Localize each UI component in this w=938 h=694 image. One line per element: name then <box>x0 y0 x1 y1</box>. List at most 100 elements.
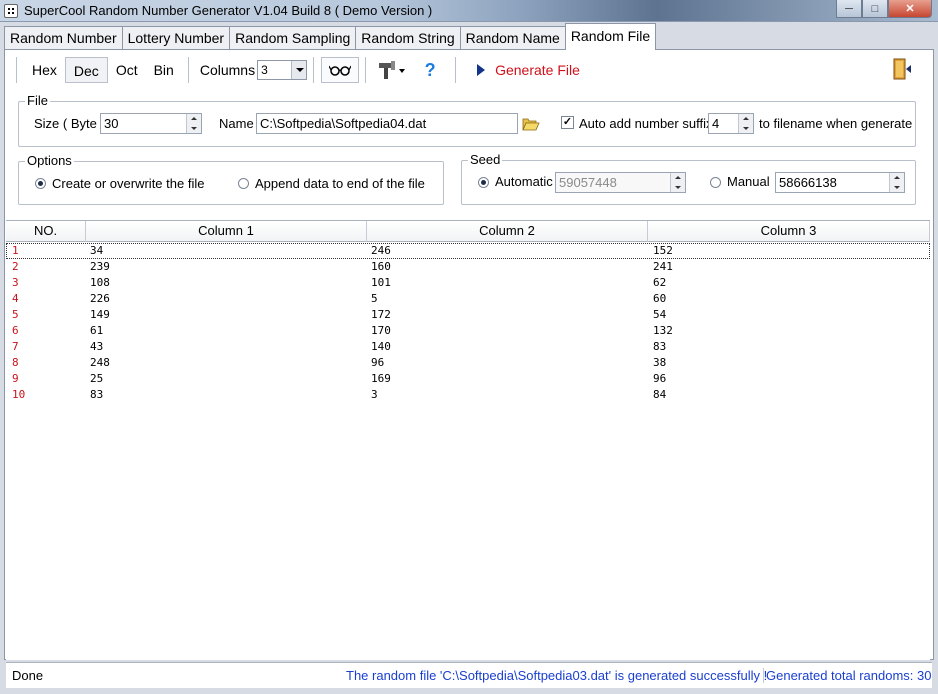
oct-button[interactable]: Oct <box>108 57 146 83</box>
dec-button[interactable]: Dec <box>64 57 108 83</box>
table-row[interactable]: 4 226 5 60 <box>6 291 930 307</box>
hex-button[interactable]: Hex <box>24 57 65 83</box>
tab-random-number[interactable]: Random Number <box>4 26 123 49</box>
cell-column-2: 96 <box>371 356 385 369</box>
cell-column-1: 239 <box>90 260 110 273</box>
window-controls: ─ □ ✕ <box>836 0 932 18</box>
bin-button[interactable]: Bin <box>146 57 182 83</box>
exit-door-icon[interactable] <box>892 58 912 80</box>
cell-column-2: 246 <box>371 244 391 257</box>
table-row[interactable]: 10 83 3 84 <box>6 387 930 403</box>
status-message: The random file 'C:\Softpedia\Softpedia0… <box>346 668 768 683</box>
manual-seed-radio[interactable] <box>710 177 721 188</box>
minimize-button[interactable]: ─ <box>836 0 862 18</box>
title-bar[interactable]: SuperCool Random Number Generator V1.04 … <box>0 0 938 22</box>
filename-value: C:\Softpedia\Softpedia04.dat <box>260 116 427 131</box>
cell-column-3: 60 <box>653 292 667 305</box>
cell-column-1: 61 <box>90 324 104 337</box>
table-row[interactable]: 9 25 169 96 <box>6 371 930 387</box>
row-number: 5 <box>12 308 19 321</box>
table-row[interactable]: 1 34 246 152 <box>6 243 930 259</box>
suffix-tail-label: to filename when generate <box>759 116 913 131</box>
help-icon: ? <box>424 59 436 80</box>
tab-random-sampling[interactable]: Random Sampling <box>229 26 357 49</box>
grid-body: 1 34 246 152 2 239 160 241 3 108 101 62 … <box>6 243 930 403</box>
status-total-count: Generated total randoms: 30 <box>766 668 932 683</box>
generate-file-button[interactable]: Generate File <box>477 62 580 78</box>
cell-column-3: 62 <box>653 276 667 289</box>
folder-open-icon[interactable] <box>522 117 540 131</box>
cell-column-2: 3 <box>371 388 378 401</box>
tools-menu-button[interactable] <box>373 57 411 83</box>
row-number: 4 <box>12 292 19 305</box>
cell-column-2: 169 <box>371 372 391 385</box>
cell-column-2: 170 <box>371 324 391 337</box>
auto-suffix-checkbox[interactable]: ✓ <box>561 116 574 129</box>
cell-column-3: 84 <box>653 388 667 401</box>
cell-column-2: 172 <box>371 308 391 321</box>
toolbar: Hex Dec Oct Bin Columns 3 ? Generate Fil… <box>10 54 930 86</box>
header-column-3[interactable]: Column 3 <box>648 221 930 242</box>
row-number: 2 <box>12 260 19 273</box>
size-input[interactable]: 30 <box>100 113 202 134</box>
row-number: 10 <box>12 388 26 401</box>
cell-column-1: 226 <box>90 292 110 305</box>
toolbar-separator <box>365 57 368 83</box>
size-spinner[interactable] <box>186 114 201 133</box>
tab-lottery-number[interactable]: Lottery Number <box>121 26 231 49</box>
cell-column-2: 5 <box>371 292 378 305</box>
tools-icon <box>379 61 406 79</box>
table-row[interactable]: 3 108 101 62 <box>6 275 930 291</box>
header-no[interactable]: NO. <box>6 221 86 242</box>
cell-column-3: 83 <box>653 340 667 353</box>
cell-column-1: 43 <box>90 340 104 353</box>
header-column-1[interactable]: Column 1 <box>86 221 367 242</box>
header-column-2[interactable]: Column 2 <box>367 221 648 242</box>
chevron-down-icon[interactable] <box>291 61 307 79</box>
manual-seed-spinner[interactable] <box>889 173 904 192</box>
create-overwrite-label: Create or overwrite the file <box>52 176 205 191</box>
size-value: 30 <box>104 116 119 131</box>
table-row[interactable]: 2 239 160 241 <box>6 259 930 275</box>
tab-random-name[interactable]: Random Name <box>459 26 566 49</box>
table-row[interactable]: 8 248 96 38 <box>6 355 930 371</box>
table-row[interactable]: 5 149 172 54 <box>6 307 930 323</box>
grid-header: NO. Column 1 Column 2 Column 3 <box>6 220 930 242</box>
help-button[interactable]: ? <box>411 57 449 83</box>
suffix-value: 4 <box>712 116 720 131</box>
table-row[interactable]: 7 43 140 83 <box>6 339 930 355</box>
columns-select[interactable]: 3 <box>257 60 308 80</box>
cell-column-2: 160 <box>371 260 391 273</box>
append-data-radio[interactable] <box>238 178 249 189</box>
automatic-seed-spinner[interactable] <box>670 173 685 192</box>
automatic-seed-value: 59057448 <box>559 175 617 190</box>
filename-input[interactable]: C:\Softpedia\Softpedia04.dat <box>256 113 518 134</box>
generate-file-label: Generate File <box>495 62 580 78</box>
cell-column-3: 152 <box>653 244 673 257</box>
automatic-seed-radio[interactable] <box>478 177 489 188</box>
toolbar-separator <box>313 57 316 83</box>
suffix-input[interactable]: 4 <box>708 113 754 134</box>
suffix-spinner[interactable] <box>738 114 753 133</box>
window-title: SuperCool Random Number Generator V1.04 … <box>24 3 433 18</box>
file-group-title: File <box>25 93 50 108</box>
create-overwrite-radio[interactable] <box>35 178 46 189</box>
tab-strip: Random Number Lottery Number Random Samp… <box>4 23 657 50</box>
status-bar: Done The random file 'C:\Softpedia\Softp… <box>6 662 932 688</box>
cell-column-3: 54 <box>653 308 667 321</box>
preview-button[interactable] <box>321 57 360 83</box>
tab-random-file[interactable]: Random File <box>564 23 657 50</box>
maximize-button[interactable]: □ <box>862 0 888 18</box>
manual-seed-input[interactable]: 58666138 <box>775 172 905 193</box>
play-icon <box>477 64 486 76</box>
results-grid[interactable]: NO. Column 1 Column 2 Column 3 1 34 246 … <box>6 220 930 660</box>
close-button[interactable]: ✕ <box>888 0 932 18</box>
options-group-title: Options <box>25 153 74 168</box>
tab-random-string[interactable]: Random String <box>355 26 461 49</box>
append-data-label: Append data to end of the file <box>255 176 425 191</box>
row-number: 6 <box>12 324 19 337</box>
automatic-seed-input[interactable]: 59057448 <box>555 172 686 193</box>
cell-column-1: 149 <box>90 308 110 321</box>
automatic-seed-label: Automatic <box>495 174 553 189</box>
table-row[interactable]: 6 61 170 132 <box>6 323 930 339</box>
